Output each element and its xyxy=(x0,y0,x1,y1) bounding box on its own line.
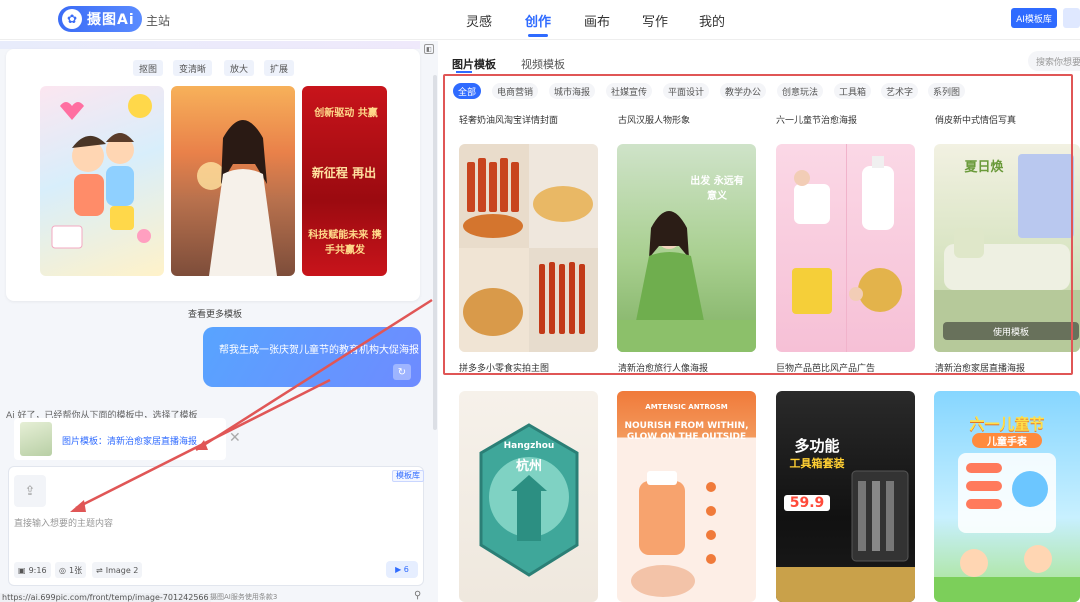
upload-icon[interactable]: ⇪ xyxy=(14,475,46,507)
logo-icon: ✿ xyxy=(62,9,82,29)
user-avatar[interactable] xyxy=(1063,8,1080,28)
nav-write[interactable]: 写作 xyxy=(642,11,668,30)
sunset-portrait-illustration xyxy=(197,120,277,276)
refresh-icon[interactable]: ↻ xyxy=(393,364,411,380)
chat-scrollbar[interactable] xyxy=(433,75,437,430)
ai-template-library-button[interactable]: AI模板库 xyxy=(1011,8,1057,28)
prompt-placeholder[interactable]: 直接输入想要的主题内容 xyxy=(14,516,113,529)
chip-sharpen[interactable]: 变清晰 xyxy=(173,60,213,76)
close-icon[interactable]: ✕ xyxy=(229,430,241,446)
template-card-supplement[interactable]: AMTENSIC ANTROSM NOURISH FROM WITHIN, GL… xyxy=(617,391,756,602)
ratio-value: 9:16 xyxy=(28,565,47,575)
thumb-red-corporate-poster[interactable]: 创新驱动 共赢 新征程 再出 科技赋能未来 携手共赢发 xyxy=(302,86,387,276)
supplement-brand: AMTENSIC ANTROSM xyxy=(645,403,728,411)
model-value: Image 2 xyxy=(105,565,139,575)
logo[interactable]: ✿ 摄图Ai xyxy=(58,6,142,32)
hangzhou-card-english: Hangzhou xyxy=(503,441,555,451)
red-poster-line3: 科技赋能未来 携手共赢发 xyxy=(308,230,382,256)
nav-canvas[interactable]: 画布 xyxy=(584,11,610,30)
template-library-tag[interactable]: 模板库 xyxy=(392,470,424,482)
toolbox-card-title: 多功能 xyxy=(794,437,840,455)
kids-card-title: 六一儿童节 xyxy=(969,415,1045,433)
attached-template-label: 图片模板：清新治愈家居直播海报 xyxy=(62,437,198,447)
red-poster-line1: 创新驱动 共赢 xyxy=(314,108,378,119)
chip-extend[interactable]: 扩展 xyxy=(264,60,295,76)
template-card-childrens-day[interactable]: 六一儿童节 儿童手表 xyxy=(934,391,1080,602)
attached-template-thumbnail xyxy=(20,422,52,456)
chat-header-strip xyxy=(0,41,420,49)
nav-active-indicator xyxy=(528,34,548,37)
template-card-toolbox[interactable]: 多功能 工具箱套装 59.9 xyxy=(776,391,915,602)
user-message-bubble: 帮我生成一张庆贺儿童节的教育机构大促海报 xyxy=(203,327,421,387)
highlight-frame xyxy=(443,74,1073,375)
send-count: 6 xyxy=(403,565,409,574)
count-selector[interactable]: ◎ 1张 xyxy=(55,562,87,578)
user-message-text: 帮我生成一张庆贺儿童节的教育机构大促海报 xyxy=(219,345,419,356)
status-bar-url: https://ai.699pic.com/front/temp/image-7… xyxy=(0,593,211,602)
template-card-hangzhou[interactable]: Hangzhou 杭州 xyxy=(459,391,598,602)
toolbox-card-price: 59.9 xyxy=(784,495,830,511)
tab-image-templates[interactable]: 图片模板 xyxy=(452,56,496,72)
status-bar-note: 摄图AI服务使用条款3 xyxy=(210,593,278,601)
nav-create[interactable]: 创作 xyxy=(525,11,551,30)
count-icon: ◎ xyxy=(59,565,66,575)
cartoon-kids-illustration xyxy=(51,94,152,249)
red-poster-line2: 新征程 再出 xyxy=(311,166,377,180)
kids-card-subtitle: 儿童手表 xyxy=(972,433,1042,448)
chip-upscale[interactable]: 放大 xyxy=(224,60,255,76)
logo-subtitle[interactable]: 主站 xyxy=(146,12,170,29)
thumb-sunset-portrait[interactable] xyxy=(171,86,295,276)
template-search-input[interactable]: 搜索你想要 xyxy=(1028,51,1080,71)
tab-active-indicator xyxy=(456,71,472,73)
tab-video-templates[interactable]: 视频模板 xyxy=(521,56,565,72)
see-more-templates-link[interactable]: 查看更多模板 xyxy=(188,307,242,320)
ratio-icon: ▣ xyxy=(18,565,26,575)
nav-inspiration[interactable]: 灵感 xyxy=(466,11,492,30)
send-icon: ▶ xyxy=(395,565,404,574)
thumb-cartoon-kids[interactable] xyxy=(40,86,164,276)
collapse-panel-icon[interactable]: ◧ xyxy=(424,44,434,54)
model-icon: ⇌ xyxy=(96,565,103,575)
send-button[interactable]: ▶ 6 xyxy=(386,561,418,578)
hangzhou-card-title: 杭州 xyxy=(515,459,542,474)
pin-icon[interactable]: ⚲ xyxy=(414,590,421,601)
hangzhou-badge-illustration xyxy=(479,423,579,577)
nav-mine[interactable]: 我的 xyxy=(699,11,725,30)
toolbox-card-subtitle: 工具箱套装 xyxy=(789,457,845,470)
count-value: 1张 xyxy=(68,565,83,575)
chip-cutout[interactable]: 抠图 xyxy=(133,60,164,76)
supplement-headline: NOURISH FROM WITHIN, GLOW ON THE OUTSIDE xyxy=(624,421,749,442)
model-selector[interactable]: ⇌ Image 2 xyxy=(92,562,143,578)
ratio-selector[interactable]: ▣ 9:16 xyxy=(14,562,51,578)
logo-text: 摄图Ai xyxy=(87,12,135,28)
